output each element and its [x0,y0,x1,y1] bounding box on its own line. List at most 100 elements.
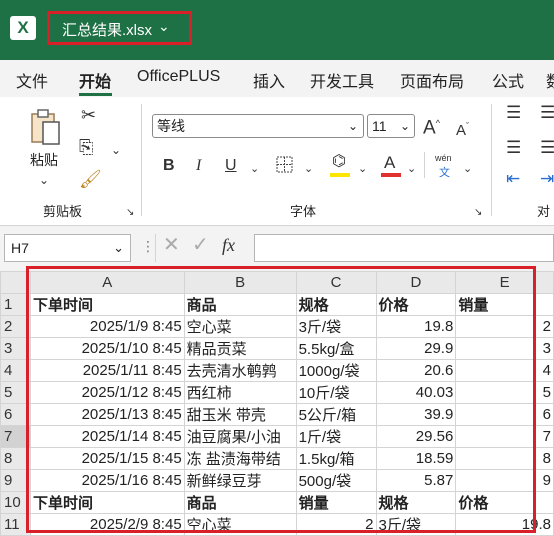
cell[interactable]: 1斤/袋 [295,425,377,448]
underline-button[interactable]: U [225,157,237,175]
cell[interactable]: 5公斤/箱 [295,403,377,426]
cell[interactable]: 2025/1/15 8:45 [29,447,185,470]
cell[interactable]: 新鲜绿豆芽 [183,469,297,492]
format-painter-icon[interactable]: 🖌 [79,170,102,188]
cell[interactable]: 1.5kg/箱 [295,447,377,470]
cell[interactable]: 3斤/袋 [295,315,377,338]
cell[interactable]: 规格 [295,293,377,316]
cell[interactable]: 3斤/袋 [375,513,457,536]
cell[interactable]: 甜玉米 带壳 [183,403,297,426]
cell[interactable]: 销量 [295,491,377,514]
cell[interactable]: 6 [455,403,554,426]
cell[interactable]: 2025/2/9 8:45 [29,513,185,536]
cell[interactable]: 2025/1/10 8:45 [29,337,185,360]
font-color-dropdown-icon[interactable]: ⌄ [407,160,416,178]
formula-input[interactable] [254,234,554,262]
cell[interactable]: 9 [455,469,554,492]
font-size-combo[interactable]: 11 ⌄ [367,114,415,138]
tab-officeplus[interactable]: OfficePLUS [137,68,220,86]
cell[interactable]: 3 [455,337,554,360]
row-header[interactable]: 8 [0,447,31,470]
underline-dropdown-icon[interactable]: ⌄ [250,160,259,178]
align-middle-icon[interactable]: ☰ [540,104,554,122]
name-box[interactable]: H7 ⌄ [4,234,131,262]
cut-icon[interactable]: ✂ [81,106,96,124]
cell[interactable]: 2025/1/12 8:45 [29,381,185,404]
row-header[interactable]: 1 [0,293,31,316]
font-name-combo[interactable]: 等线 ⌄ [152,114,364,138]
cell[interactable]: 西红柿 [183,381,297,404]
workbook-title[interactable]: 汇总结果.xlsx [62,19,152,40]
bold-button[interactable]: B [163,157,175,175]
cell[interactable]: 规格 [375,491,457,514]
cell[interactable]: 7 [455,425,554,448]
cell[interactable]: 1000g/袋 [295,359,377,382]
cell[interactable]: 下单时间 [29,293,185,316]
copy-dropdown-icon[interactable]: ⌄ [111,141,121,159]
cell[interactable]: 19.8 [455,513,554,536]
enter-icon[interactable]: ✓ [192,235,209,255]
column-header-e[interactable]: E [455,271,554,294]
column-header-d[interactable]: D [375,271,457,294]
paste-button[interactable]: 粘贴 [30,150,58,170]
tab-data[interactable]: 数 [546,68,554,92]
cell[interactable]: 10斤/袋 [295,381,377,404]
cell[interactable]: 2 [455,315,554,338]
cell[interactable]: 商品 [183,293,297,316]
decrease-indent-icon[interactable]: ⇤ [506,170,520,188]
cell[interactable]: 19.8 [375,315,457,338]
cell[interactable]: 2025/1/11 8:45 [29,359,185,382]
cell[interactable]: 去壳清水鹌鹑 [183,359,297,382]
font-color-icon[interactable]: A [384,154,395,172]
cell[interactable]: 2025/1/14 8:45 [29,425,185,448]
row-header[interactable]: 2 [0,315,31,338]
paste-dropdown-icon[interactable]: ⌄ [39,171,49,189]
cell[interactable]: 8 [455,447,554,470]
cell[interactable]: 5.5kg/盒 [295,337,377,360]
cell[interactable]: 销量 [455,293,554,316]
phonetic-dropdown-icon[interactable]: ⌄ [463,160,472,178]
cell[interactable]: 5 [455,381,554,404]
row-header[interactable]: 9 [0,469,31,492]
cell[interactable]: 39.9 [375,403,457,426]
tab-formulas[interactable]: 公式 [492,68,524,92]
cell[interactable]: 2025/1/9 8:45 [29,315,185,338]
row-header[interactable]: 5 [0,381,31,404]
cell[interactable]: 20.6 [375,359,457,382]
cell[interactable]: 5.87 [375,469,457,492]
tab-insert[interactable]: 插入 [253,68,285,92]
more-options-icon[interactable]: ⋮ [141,237,155,255]
cell[interactable]: 价格 [455,491,554,514]
tab-file[interactable]: 文件 [16,68,48,92]
row-header[interactable]: 10 [0,491,31,514]
cell[interactable]: 下单时间 [29,491,185,514]
borders-dropdown-icon[interactable]: ⌄ [304,160,313,178]
fill-color-icon[interactable]: ⌬ [332,153,346,171]
grow-font-icon[interactable]: A^ [423,114,440,137]
tab-home[interactable]: 开始 [79,68,111,92]
phonetic-guide-icon[interactable]: 文 [439,164,450,180]
shrink-font-icon[interactable]: Aˇ [456,117,469,140]
align-center-icon[interactable]: ☰ [540,139,554,157]
clipboard-launcher-icon[interactable]: ↘ [126,204,134,222]
column-header-c[interactable]: C [295,271,377,294]
cell[interactable]: 2025/1/16 8:45 [29,469,185,492]
cell[interactable]: 29.9 [375,337,457,360]
column-header-a[interactable]: A [29,271,185,294]
cancel-icon[interactable]: ✕ [163,235,180,255]
tab-page-layout[interactable]: 页面布局 [400,68,464,92]
fill-color-dropdown-icon[interactable]: ⌄ [358,160,367,178]
column-header-b[interactable]: B [183,271,297,294]
copy-icon[interactable]: ⎘ [79,138,93,156]
font-launcher-icon[interactable]: ↘ [474,204,482,222]
select-all-corner[interactable] [0,271,31,294]
cell[interactable]: 价格 [375,293,457,316]
increase-indent-icon[interactable]: ⇥ [540,170,554,188]
chevron-down-icon[interactable]: ⌄ [158,18,170,35]
insert-function-icon[interactable]: fx [222,236,235,254]
borders-icon[interactable] [276,156,293,173]
cell[interactable]: 油豆腐果/小油 [183,425,297,448]
cell[interactable]: 4 [455,359,554,382]
cell[interactable]: 29.56 [375,425,457,448]
tab-developer[interactable]: 开发工具 [310,68,374,92]
